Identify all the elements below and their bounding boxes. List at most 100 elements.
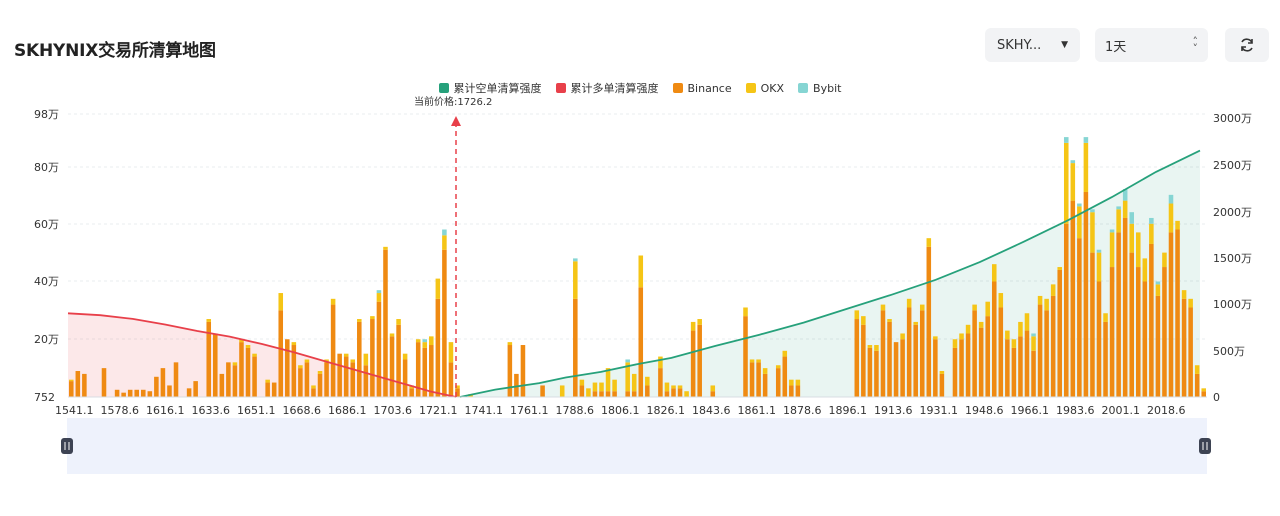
binance-bar (324, 362, 329, 397)
binance-bar (245, 347, 251, 397)
binance-bar (402, 359, 408, 397)
okx-bar (972, 304, 977, 311)
binance-bar (861, 324, 866, 397)
binance-bar (1083, 191, 1089, 397)
binance-bar (1175, 229, 1180, 397)
binance-bar (965, 333, 971, 397)
okx-bar (710, 385, 716, 392)
y2-tick-label: 1000万 (1213, 298, 1252, 311)
binance-bar (677, 388, 683, 397)
x-tick-label: 1616.1 (146, 404, 185, 417)
binance-bar (749, 362, 755, 397)
binance-bar (298, 368, 303, 397)
binance-bar (1011, 347, 1017, 397)
okx-bar (1142, 258, 1148, 282)
okx-bar (1122, 200, 1128, 218)
binance-bar (1096, 281, 1102, 397)
bybit-bar (625, 359, 630, 363)
cumulative-areas (68, 150, 1200, 397)
okx-bar (880, 304, 886, 311)
x-tick-label: 1651.1 (237, 404, 276, 417)
okx-bar (350, 359, 356, 363)
okx-bar (69, 379, 74, 382)
bybit-bar (1129, 212, 1134, 224)
binance-bar (1142, 281, 1148, 397)
okx-bar (1044, 298, 1049, 311)
y-tick-label: 80万 (34, 161, 59, 174)
okx-bar (939, 371, 945, 374)
y2-tick-label: 500万 (1213, 345, 1245, 358)
okx-bar (1135, 232, 1141, 268)
okx-bar (402, 353, 408, 360)
binance-bar (998, 307, 1004, 397)
binance-bar (429, 345, 434, 397)
binance-bar (638, 287, 644, 397)
binance-bar (933, 339, 938, 397)
y-axis-right: 0 500万 1000万 1500万 2000万 2500万 3000万 (1213, 112, 1252, 404)
liquidation-chart: 752 20万 40万 60万 80万 98万 0 500万 1000万 1500万 2000万 2… (34, 95, 1252, 474)
binance-bar (978, 327, 984, 397)
binance-bar (75, 371, 81, 397)
binance-bar (232, 365, 238, 397)
y-tick-label: 752 (34, 391, 55, 404)
binance-bar (1155, 295, 1161, 397)
binance-bar (219, 373, 225, 397)
okx-bar (442, 235, 447, 250)
bybit-bar (442, 229, 447, 236)
okx-bar (1201, 388, 1206, 392)
binance-bar (160, 368, 166, 397)
binance-bar (82, 373, 87, 397)
binance-bar (1149, 243, 1154, 397)
okx-bar (900, 333, 905, 340)
y2-tick-label: 0 (1213, 391, 1220, 404)
binance-bar (101, 368, 107, 397)
bybit-bar (1090, 209, 1095, 213)
y-tick-label: 40万 (34, 275, 59, 288)
binance-bar (1109, 267, 1115, 397)
y2-tick-label: 3000万 (1213, 112, 1252, 125)
x-tick-label: 1633.6 (192, 404, 231, 417)
binance-bar (167, 385, 172, 397)
okx-bar (743, 307, 748, 317)
okx-bar (1083, 142, 1089, 192)
x-tick-label: 1896.1 (829, 404, 868, 417)
y-axis-left: 752 20万 40万 60万 80万 98万 (34, 108, 59, 404)
okx-bar (1096, 252, 1102, 282)
x-tick-label: 2018.6 (1147, 404, 1186, 417)
binance-bar (625, 391, 630, 397)
binance-bar (435, 298, 441, 397)
bybit-bar (1077, 203, 1082, 207)
okx-bar (1018, 321, 1023, 337)
x-tick-label: 1721.1 (419, 404, 458, 417)
binance-bar (991, 281, 997, 397)
okx-bar (245, 345, 251, 348)
okx-bar (749, 359, 755, 363)
okx-bar (782, 350, 788, 357)
binance-bar (114, 389, 120, 397)
binance-bar (147, 391, 153, 397)
zoom-handle-right[interactable] (1199, 438, 1211, 454)
binance-bar (69, 381, 74, 397)
bybit-bar (1155, 281, 1161, 285)
binance-bar (1050, 295, 1056, 397)
okx-bar (1149, 223, 1154, 244)
binance-bar (605, 391, 611, 397)
okx-bar (906, 298, 912, 308)
binance-bar (775, 368, 781, 397)
x-tick-label: 1578.6 (101, 404, 140, 417)
binance-bar (173, 362, 179, 397)
okx-bar (370, 316, 375, 320)
okx-bar (1116, 209, 1121, 233)
x-tick-label: 1761.1 (510, 404, 549, 417)
bybit-bar (376, 290, 382, 294)
binance-bar (239, 342, 244, 397)
bybit-bar (1096, 249, 1102, 253)
okx-bar (573, 261, 578, 299)
short-cumulative-area (460, 150, 1200, 397)
binance-bar (789, 385, 794, 397)
binance-bar (1122, 217, 1128, 397)
okx-bar (343, 353, 349, 357)
okx-bar (396, 319, 401, 325)
zoom-handle-left[interactable] (61, 438, 73, 454)
binance-bar (900, 339, 905, 397)
